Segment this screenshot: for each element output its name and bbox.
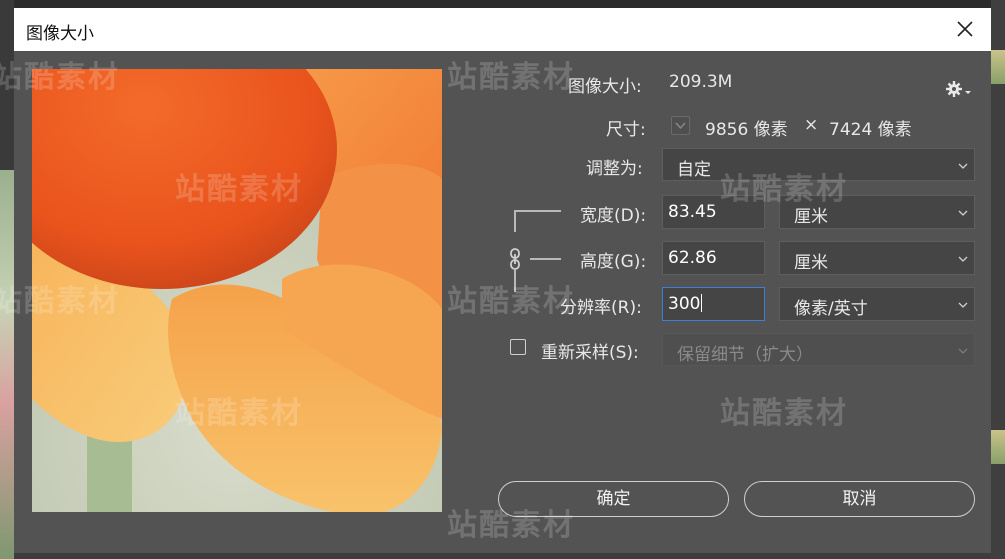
resample-method-select[interactable]: 保留细节（扩大） — [662, 333, 975, 366]
height-value: 62.86 — [668, 248, 717, 268]
flower-preview-image — [32, 69, 442, 512]
dialog-title: 图像大小 — [26, 24, 94, 44]
chevron-down-icon — [958, 256, 968, 262]
height-input[interactable]: 62.86 — [662, 241, 765, 275]
background-thumbnail — [991, 430, 1005, 464]
chevron-down-icon — [958, 302, 968, 308]
constrain-proportions-button[interactable] — [508, 248, 522, 274]
resolution-unit-select[interactable]: 像素/英寸 — [779, 287, 975, 321]
background-photo — [0, 170, 14, 559]
resample-method-value: 保留细节（扩大） — [677, 345, 813, 365]
image-preview[interactable] — [32, 69, 442, 512]
image-size-value: 209.3M — [669, 72, 733, 92]
dimensions-label: 尺寸: — [606, 120, 646, 140]
chevron-down-icon — [675, 122, 686, 130]
image-size-dialog: 图像大小 图像大小: 209.3M 尺寸: 9856 像素 × 7424 像素 … — [14, 8, 991, 553]
settings-gear-button[interactable] — [946, 80, 972, 102]
resample-checkbox[interactable] — [510, 339, 526, 355]
dimension-width-pixels: 9856 像素 — [705, 120, 788, 140]
link-icon — [510, 248, 520, 270]
resolution-unit-value: 像素/英寸 — [794, 299, 868, 319]
resample-label: 重新采样(S): — [541, 343, 639, 363]
ok-button[interactable]: 确定 — [498, 481, 729, 517]
dimensions-unit-toggle[interactable] — [671, 116, 690, 135]
gear-icon — [946, 81, 971, 97]
text-caret — [701, 294, 703, 312]
height-unit-select[interactable]: 厘米 — [779, 241, 975, 275]
resolution-input[interactable]: 300 — [662, 287, 765, 321]
close-icon — [957, 21, 973, 37]
height-unit-value: 厘米 — [794, 253, 828, 273]
width-unit-select[interactable]: 厘米 — [779, 195, 975, 229]
constrain-bracket-top — [514, 210, 561, 212]
fit-to-label: 调整为: — [586, 159, 643, 179]
dimension-height-pixels: 7424 像素 — [829, 120, 912, 140]
background-thumbnail — [991, 50, 1005, 84]
fit-to-value: 自定 — [677, 160, 711, 180]
background-app-right — [991, 0, 1005, 559]
width-unit-value: 厘米 — [794, 207, 828, 227]
constrain-bracket-top — [514, 210, 516, 232]
resolution-label: 分辨率(R): — [560, 298, 642, 318]
cancel-button[interactable]: 取消 — [744, 481, 975, 517]
constrain-bracket-bottom — [530, 258, 561, 260]
close-button[interactable] — [953, 17, 977, 41]
dialog-titlebar: 图像大小 — [14, 8, 991, 51]
chevron-down-icon — [958, 348, 968, 354]
chevron-down-icon — [958, 163, 968, 169]
background-app-bottom — [14, 552, 991, 559]
background-app-left — [0, 0, 14, 559]
width-input[interactable]: 83.45 — [662, 195, 765, 229]
width-label: 宽度(D): — [580, 206, 647, 226]
width-value: 83.45 — [668, 202, 717, 222]
resolution-value: 300 — [668, 294, 701, 314]
image-size-label: 图像大小: — [568, 77, 642, 97]
fit-to-select[interactable]: 自定 — [662, 148, 975, 181]
chevron-down-icon — [958, 210, 968, 216]
height-label: 高度(G): — [580, 252, 647, 272]
dimension-times-sign: × — [804, 115, 819, 135]
